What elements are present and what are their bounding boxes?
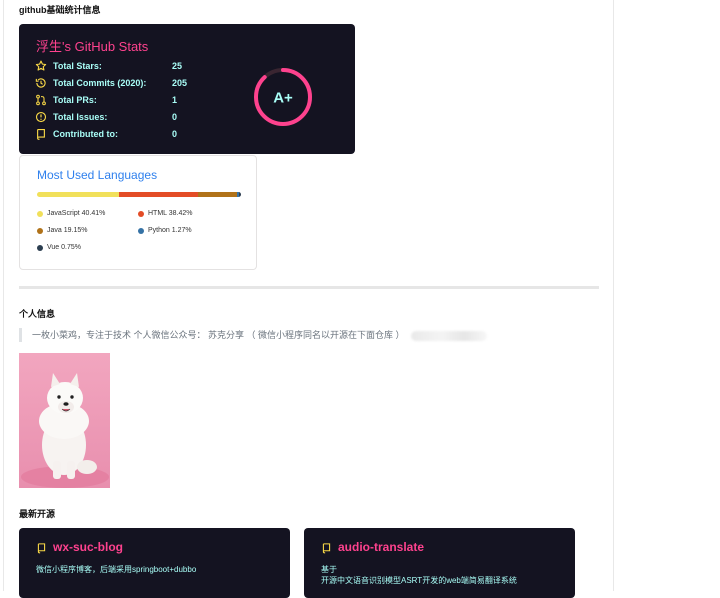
rank-grade: A+: [273, 90, 293, 107]
stat-row-prs: Total PRs: 1: [35, 94, 235, 108]
repo-icon: [37, 543, 46, 554]
redacted-text: [410, 330, 487, 341]
stats-card-title: 浮生's GitHub Stats: [36, 39, 149, 54]
stat-label: Total Issues:: [53, 112, 108, 122]
stat-row-stars: Total Stars: 25: [35, 60, 235, 74]
bio-blockquote: 一枚小菜鸡，专注于技术 个人微信公众号： 苏克分享 （ 微信小程序同名以开源在下…: [19, 328, 487, 342]
personal-info-heading: 个人信息: [19, 309, 56, 319]
languages-progress-bar: [37, 192, 241, 197]
stat-label: Total Stars:: [53, 61, 102, 71]
language-color-dot: [138, 211, 144, 217]
history-icon: [35, 78, 46, 88]
repo-icon: [322, 543, 331, 554]
pull-request-icon: [36, 94, 46, 106]
repo-name[interactable]: wx-suc-blog: [53, 540, 123, 554]
stat-row-issues: Total Issues: 0: [35, 111, 235, 125]
stat-value: 0: [172, 129, 178, 139]
lang-bar-segment-java: [197, 192, 237, 197]
section-divider: [19, 286, 599, 289]
stat-label: Total PRs:: [53, 95, 97, 105]
rank-circle: A+: [254, 68, 312, 126]
repo-description-line-1: 基于: [321, 565, 337, 574]
language-label: Vue 0.75%: [47, 244, 82, 251]
repo-description: 微信小程序博客，后端采用springboot+dubbo: [36, 565, 197, 574]
language-color-dot: [138, 228, 144, 234]
stat-row-contributed: Contributed to: 0: [35, 128, 235, 142]
stat-row-commits: Total Commits (2020): 205: [35, 77, 235, 91]
language-label: JavaScript 40.41%: [47, 210, 106, 217]
stat-label: Contributed to:: [53, 129, 118, 139]
language-label: Python 1.27%: [148, 227, 192, 234]
lang-bar-segment-html: [119, 192, 198, 197]
language-label: Java 19.15%: [47, 227, 88, 234]
stat-value: 0: [172, 112, 178, 122]
language-label: HTML 38.42%: [148, 210, 193, 217]
stat-value: 205: [172, 78, 188, 88]
language-color-dot: [37, 228, 43, 234]
repo-card-wx-suc-blog[interactable]: wx-suc-blog 微信小程序博客，后端采用springboot+dubbo: [19, 528, 290, 598]
lang-bar-segment-vue: [239, 192, 241, 197]
top-languages-card[interactable]: Most Used Languages JavaScript 40.41% HT…: [19, 155, 257, 270]
profile-photo-samoyed: [19, 353, 110, 488]
stat-value: 1: [172, 95, 178, 105]
repo-description-line-2: 开源中文语音识别模型ASRT开发的web端简易翻译系统: [321, 576, 517, 585]
repo-card-audio-translate[interactable]: audio-translate 基于 开源中文语音识别模型ASRT开发的web端…: [304, 528, 575, 598]
github-stats-card[interactable]: 浮生's GitHub Stats Total Stars: 25 Total …: [19, 24, 355, 154]
stat-value: 25: [172, 61, 183, 71]
star-icon: [35, 60, 47, 71]
bio-text: 一枚小菜鸡，专注于技术 个人微信公众号： 苏克分享 （ 微信小程序同名以开源在下…: [32, 330, 405, 340]
repo-name[interactable]: audio-translate: [338, 540, 424, 554]
language-color-dot: [37, 245, 43, 251]
lang-bar-segment-javascript: [37, 192, 120, 197]
languages-card-title: Most Used Languages: [37, 168, 158, 182]
github-stats-heading: github基础统计信息: [19, 5, 101, 15]
repo-icon: [37, 128, 45, 140]
latest-open-source-heading: 最新开源: [19, 509, 56, 519]
issue-icon: [35, 111, 47, 123]
language-color-dot: [37, 211, 43, 217]
stat-label: Total Commits (2020):: [53, 78, 147, 88]
